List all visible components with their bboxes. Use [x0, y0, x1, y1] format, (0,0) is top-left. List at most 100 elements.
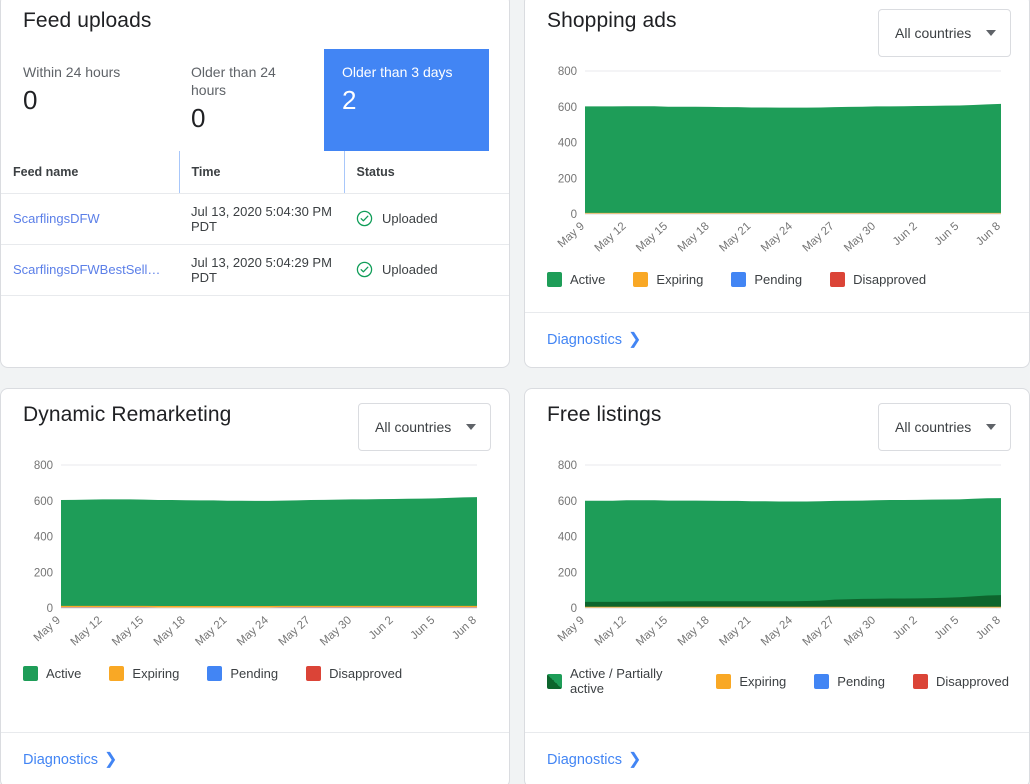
x-axis-tick: Jun 8: [450, 614, 479, 642]
x-axis-tick: May 15: [634, 220, 670, 254]
legend-item[interactable]: Expiring: [109, 666, 179, 681]
shopping-ads-legend: Active Expiring Pending Disapproved: [525, 272, 1029, 287]
y-axis-tick: 600: [558, 102, 577, 114]
x-axis-tick: Jun 2: [891, 220, 920, 248]
y-axis-tick: 800: [558, 66, 577, 78]
table-row: ScarflingsDFWBestSell… Jul 13, 2020 5:04…: [1, 244, 509, 296]
x-axis-tick: May 18: [152, 614, 188, 648]
y-axis-tick: 600: [34, 496, 53, 508]
legend-item[interactable]: Expiring: [716, 673, 787, 689]
shopping-ads-country-select[interactable]: All countries: [878, 9, 1011, 57]
tile-label: Older than 3 days: [342, 64, 453, 80]
legend-item[interactable]: Active / Partially active: [547, 666, 688, 696]
legend-label: Disapproved: [329, 666, 403, 681]
feed-uploads-card: Feed uploads Within 24 hours 0 Older tha…: [0, 0, 510, 368]
feed-name-link[interactable]: ScarflingsDFWBestSell…: [13, 262, 160, 277]
x-axis-tick: Jun 8: [974, 614, 1003, 642]
legend-swatch: [23, 666, 38, 681]
y-axis-tick: 200: [558, 567, 577, 579]
legend-item[interactable]: Disapproved: [306, 666, 402, 681]
x-axis-tick: May 24: [759, 614, 796, 649]
x-axis-tick: May 18: [676, 220, 712, 254]
y-axis-tick: 0: [571, 209, 577, 221]
legend-label: Pending: [754, 272, 803, 287]
y-axis-tick: 200: [34, 567, 53, 579]
cell-feed-name: ScarflingsDFWBestSell…: [1, 244, 179, 296]
legend-label: Disapproved: [853, 272, 927, 287]
tile-within-24-hours[interactable]: Within 24 hours 0: [1, 49, 169, 151]
legend-item[interactable]: Disapproved: [830, 272, 926, 287]
legend-label: Active: [46, 666, 82, 681]
shopping-ads-card: Shopping ads All countries 0 200 400 600 800…: [524, 0, 1030, 368]
x-axis-tick: May 30: [842, 614, 878, 648]
check-circle-icon: [356, 210, 373, 227]
chevron-right-icon: ❯: [103, 751, 118, 768]
x-axis-tick: Jun 5: [932, 220, 961, 248]
shopping-ads-title: Shopping ads: [547, 9, 677, 32]
tile-older-than-24-hours[interactable]: Older than 24 hours 0: [169, 49, 324, 151]
legend-item[interactable]: Active: [547, 272, 605, 287]
y-axis-tick: 0: [47, 603, 53, 615]
y-axis-tick: 800: [34, 460, 53, 472]
dynamic-remarketing-legend: Active Expiring Pending Disapproved: [1, 666, 509, 681]
x-axis-tick: Jun 8: [974, 220, 1003, 248]
diagnostics-link[interactable]: Diagnostics ❯: [547, 752, 641, 769]
dynamic-remarketing-country-select[interactable]: All countries: [358, 403, 491, 451]
diagnostics-link[interactable]: Diagnostics ❯: [547, 332, 641, 349]
free-listings-chart[interactable]: 0200400600800May 9 May 12 May 15 May 18 May …: [539, 451, 1009, 666]
chevron-down-icon: [466, 424, 476, 430]
feed-uploads-title: Feed uploads: [23, 9, 152, 32]
x-axis-tick: May 24: [235, 614, 272, 649]
feed-uploads-summary-tiles: Within 24 hours 0 Older than 24 hours 0 …: [1, 49, 509, 151]
free-listings-title: Free listings: [547, 403, 662, 426]
x-axis-tick: Jun 5: [932, 614, 961, 642]
legend-label: Expiring: [656, 272, 704, 287]
legend-label: Active / Partially active: [570, 666, 663, 696]
free-listings-legend: Active / Partially active Expiring Pending…: [525, 666, 1029, 696]
x-axis-tick: Jun 5: [408, 614, 437, 642]
legend-item[interactable]: Disapproved: [913, 673, 1009, 689]
dynamic-remarketing-chart[interactable]: 0200400600800May 9 May 12 May 15 May 18 May …: [15, 451, 485, 666]
column-header-time[interactable]: Time: [178, 151, 344, 194]
tile-value: 2: [342, 85, 357, 115]
y-axis-tick: 800: [558, 460, 577, 472]
column-header-status[interactable]: Status: [343, 151, 509, 194]
shopping-ads-chart[interactable]: 0200400600800May 9 May 12 May 15 May 18 May …: [539, 57, 1009, 272]
country-select-value: All countries: [375, 419, 452, 435]
dashboard-grid: Feed uploads Within 24 hours 0 Older tha…: [0, 0, 1030, 784]
y-axis-tick: 400: [558, 532, 577, 544]
free-listings-diagnostics-bar: Diagnostics ❯: [525, 732, 1029, 784]
diagnostics-label: Diagnostics: [547, 332, 622, 348]
area-series-active: [585, 498, 1001, 608]
x-axis-tick: May 24: [759, 220, 796, 255]
x-axis-tick: May 9: [556, 614, 587, 644]
cell-time: Jul 13, 2020 5:04:30 PM PDT: [179, 193, 344, 245]
legend-item[interactable]: Pending: [814, 673, 885, 689]
x-axis-tick: May 21: [193, 614, 229, 648]
diagnostics-link[interactable]: Diagnostics ❯: [23, 751, 118, 769]
legend-item[interactable]: Pending: [207, 666, 278, 681]
tile-label: Within 24 hours: [23, 64, 121, 80]
x-axis-tick: May 12: [593, 614, 629, 648]
dynamic-remarketing-card: Dynamic Remarketing All countries 0 200 40…: [0, 388, 510, 784]
x-axis-tick: May 21: [717, 220, 753, 254]
legend-item[interactable]: Pending: [731, 272, 802, 287]
x-axis-tick: May 9: [556, 220, 587, 250]
legend-label: Expiring: [739, 673, 787, 689]
tile-value: 0: [23, 85, 38, 115]
y-axis-tick: 0: [571, 603, 577, 615]
shopping-ads-chart-wrap: 0 200 400 600 800 May 9 May 12 May 15 May 18 May …: [525, 57, 1029, 272]
y-axis-tick: 600: [558, 496, 577, 508]
y-axis-tick: 400: [558, 138, 577, 150]
x-axis-tick: May 27: [277, 614, 313, 648]
legend-item[interactable]: Active: [23, 666, 81, 681]
feed-name-link[interactable]: ScarflingsDFW: [13, 211, 100, 226]
free-listings-country-select[interactable]: All countries: [878, 403, 1011, 451]
legend-label: Active: [570, 272, 606, 287]
column-header-feed-name[interactable]: Feed name: [1, 151, 179, 194]
tile-older-than-3-days[interactable]: Older than 3 days 2: [324, 49, 489, 151]
table-header-row: Feed name Time Status: [1, 151, 509, 194]
x-axis-tick: May 18: [676, 614, 712, 648]
y-axis-tick: 200: [558, 173, 577, 185]
legend-item[interactable]: Expiring: [633, 272, 703, 287]
